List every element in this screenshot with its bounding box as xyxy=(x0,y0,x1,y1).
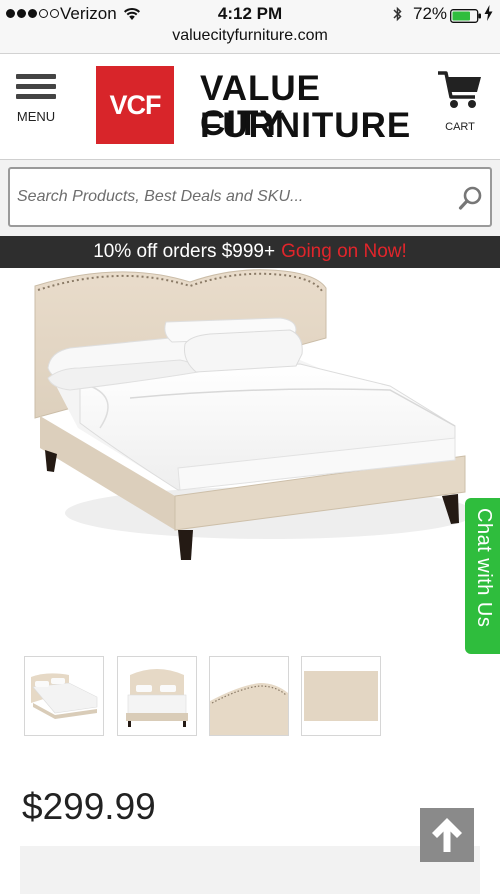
bluetooth-icon xyxy=(392,5,403,28)
menu-button[interactable]: MENU xyxy=(12,74,60,134)
promo-banner[interactable]: 10% off orders $999+ Going on Now! xyxy=(0,236,500,268)
status-row: Verizon 4:12 PM 72% xyxy=(0,4,500,24)
battery-icon xyxy=(450,8,482,28)
promo-highlight: Going on Now! xyxy=(281,241,407,262)
site-header: MENU VCF VALUE CITY FURNITURE CART xyxy=(0,54,500,160)
product-image[interactable] xyxy=(0,268,500,640)
chat-with-us-tab[interactable]: Chat with Us xyxy=(465,498,500,654)
search-bar xyxy=(0,160,500,236)
add-to-cart-area xyxy=(20,846,480,894)
thumbnail-strip xyxy=(0,656,500,738)
search-field xyxy=(8,167,492,227)
menu-label: MENU xyxy=(16,109,56,124)
address-bar-url[interactable]: valuecityfurniture.com xyxy=(0,27,500,45)
chat-label: Chat with Us xyxy=(473,508,495,628)
cart-icon xyxy=(437,71,483,114)
back-to-top-button[interactable] xyxy=(420,808,474,862)
product-price: $299.99 xyxy=(22,786,156,827)
search-input[interactable] xyxy=(10,169,450,225)
thumbnail-3[interactable] xyxy=(209,656,289,736)
vcf-logo[interactable]: VCF VALUE CITY FURNITURE xyxy=(96,66,410,146)
thumbnail-4[interactable] xyxy=(301,656,381,736)
search-icon[interactable] xyxy=(458,185,484,216)
thumbnail-1[interactable] xyxy=(24,656,104,736)
logo-line-2: FURNITURE xyxy=(200,106,412,145)
thumbnail-2[interactable] xyxy=(117,656,197,736)
arrow-up-icon xyxy=(432,818,462,852)
status-bar: Verizon 4:12 PM 72% valuecityfurniture.c… xyxy=(0,0,500,54)
cart-label: CART xyxy=(445,121,475,133)
screen: Verizon 4:12 PM 72% valuecityfurniture.c… xyxy=(0,0,500,894)
charging-icon xyxy=(484,5,493,26)
promo-text: 10% off orders $999+ xyxy=(93,241,276,262)
hamburger-icon xyxy=(16,74,56,99)
cart-button[interactable]: CART xyxy=(432,70,488,140)
battery-percent: 72% xyxy=(413,4,448,23)
logo-mark: VCF xyxy=(96,66,174,144)
